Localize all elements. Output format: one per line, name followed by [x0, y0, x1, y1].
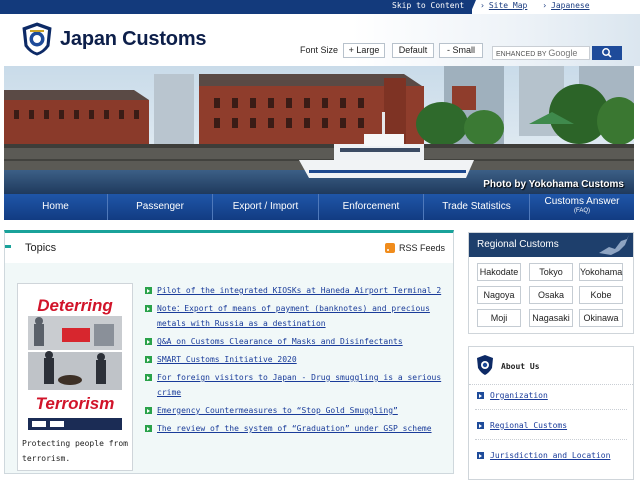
topics-title: Topics [25, 242, 57, 254]
promo-heading-bottom: Terrorism [35, 394, 115, 413]
arrow-bullet-icon [145, 407, 152, 414]
city-button-yokohama[interactable]: Yokohama [579, 263, 623, 281]
skip-to-content-link[interactable]: Skip to Content [392, 1, 464, 10]
divider [475, 409, 627, 410]
city-button-nagoya[interactable]: Nagoya [477, 286, 521, 304]
rss-feeds-link[interactable]: RSS Feeds [385, 243, 445, 253]
regional-customs-header: Regional Customs [469, 233, 633, 257]
skip-bar-corner [466, 0, 476, 14]
regional-customs-panel: Regional Customs Hakodate Tokyo Yokohama… [468, 232, 634, 334]
customs-emblem-icon [477, 355, 493, 375]
main-nav: Home Passenger Export / Import Enforceme… [4, 194, 634, 220]
site-title[interactable]: Japan Customs [60, 28, 207, 51]
japanese-link[interactable]: Japanese [551, 1, 590, 10]
topic-link[interactable]: For foreign visitors to Japan - Drug smu… [157, 373, 441, 397]
list-item: The review of the system of “Graduation”… [145, 421, 445, 436]
site-header: Japan Customs Font Size + Large Default … [0, 14, 640, 66]
about-link-regional-customs[interactable]: Regional Customs [477, 421, 567, 430]
topics-panel: Topics RSS Feeds Deterring Terrorism Pro… [4, 230, 454, 474]
about-link-label[interactable]: Regional Customs [490, 421, 567, 430]
promo-poster: Deterring Terrorism [22, 288, 128, 434]
city-button-okinawa[interactable]: Okinawa [579, 309, 623, 327]
nav-customs-answer[interactable]: Customs Answer (FAQ) [530, 194, 634, 220]
city-button-tokyo[interactable]: Tokyo [529, 263, 573, 281]
list-item: Q&A on Customs Clearance of Masks and Di… [145, 334, 445, 349]
city-button-hakodate[interactable]: Hakodate [477, 263, 521, 281]
promo-heading-top: Deterring [37, 296, 113, 315]
topic-link[interactable]: Pilot of the integrated KIOSKs at Haneda… [157, 286, 441, 295]
topic-link[interactable]: Note：Export of means of payment (banknot… [157, 304, 430, 328]
about-us-title: About Us [501, 362, 540, 371]
topic-link[interactable]: Q&A on Customs Clearance of Masks and Di… [157, 337, 403, 346]
google-label: Google [548, 48, 578, 58]
rss-icon [385, 243, 395, 253]
list-item: SMART Customs Initiative 2020 [145, 352, 445, 367]
city-button-nagasaki[interactable]: Nagasaki [529, 309, 573, 327]
regional-customs-title: Regional Customs [477, 239, 559, 250]
topic-link[interactable]: The review of the system of “Graduation”… [157, 424, 432, 433]
promo-caption: Protecting people from terrorism. [22, 439, 128, 463]
font-default-button[interactable]: Default [392, 43, 434, 58]
nav-customs-answer-label: Customs Answer [544, 196, 620, 207]
search-input[interactable]: ENHANCED BY Google [492, 46, 590, 60]
nav-home[interactable]: Home [4, 194, 108, 220]
arrow-bullet-icon [145, 305, 152, 312]
harbor-photo [4, 66, 634, 194]
topic-link[interactable]: Emergency Countermeasures to “Stop Gold … [157, 406, 398, 415]
arrow-bullet-icon [145, 374, 152, 381]
about-link-label[interactable]: Jurisdiction and Location [490, 451, 610, 460]
about-link-label[interactable]: Organization [490, 391, 548, 400]
nav-enforcement[interactable]: Enforcement [319, 194, 424, 220]
rss-feeds-label: RSS Feeds [399, 243, 446, 253]
list-item: For foreign visitors to Japan - Drug smu… [145, 370, 445, 400]
chevron-right-icon: › [542, 1, 548, 10]
about-us-header: About Us [469, 347, 633, 385]
city-button-moji[interactable]: Moji [477, 309, 521, 327]
list-item: Pilot of the integrated KIOSKs at Haneda… [145, 283, 445, 298]
chevron-right-icon: › [480, 1, 485, 10]
arrow-bullet-icon [145, 356, 152, 363]
list-item: Note：Export of means of payment (banknot… [145, 301, 445, 331]
font-large-button[interactable]: + Large [343, 43, 385, 58]
nav-passenger[interactable]: Passenger [108, 194, 213, 220]
arrow-bullet-icon [145, 287, 152, 294]
font-size-label: Font Size [300, 45, 339, 55]
city-button-osaka[interactable]: Osaka [529, 286, 573, 304]
search-enhanced-label: ENHANCED BY [496, 51, 547, 58]
utility-links: › Site Map › Japanese [480, 1, 590, 14]
skip-bar: Skip to Content [0, 0, 472, 14]
list-item: Emergency Countermeasures to “Stop Gold … [145, 403, 445, 418]
arrow-bullet-icon [477, 422, 484, 429]
arrow-bullet-icon [145, 338, 152, 345]
city-button-kobe[interactable]: Kobe [579, 286, 623, 304]
nav-trade-statistics[interactable]: Trade Statistics [424, 194, 530, 220]
arrow-bullet-icon [145, 425, 152, 432]
search-button[interactable] [592, 46, 622, 60]
about-us-panel: About Us Organization Regional Customs J… [468, 346, 634, 480]
nav-customs-answer-sub: (FAQ) [574, 208, 590, 214]
site-map-link[interactable]: Site Map [489, 1, 528, 10]
deterring-terrorism-banner[interactable]: Deterring Terrorism Protecting people fr… [17, 283, 133, 471]
topic-list: Pilot of the integrated KIOSKs at Haneda… [145, 283, 445, 439]
search-icon [602, 48, 612, 58]
topics-header: Topics RSS Feeds [5, 233, 453, 263]
topics-marker [5, 245, 11, 248]
about-link-jurisdiction[interactable]: Jurisdiction and Location [477, 451, 610, 460]
divider [475, 439, 627, 440]
arrow-bullet-icon [477, 392, 484, 399]
font-small-button[interactable]: - Small [439, 43, 483, 58]
customs-emblem-logo[interactable] [22, 22, 52, 56]
hero-photo: Photo by Yokohama Customs [4, 66, 634, 194]
photo-credit: Photo by Yokohama Customs [483, 179, 624, 190]
nav-export-import[interactable]: Export / Import [213, 194, 319, 220]
arrow-bullet-icon [477, 452, 484, 459]
about-link-organization[interactable]: Organization [477, 391, 548, 400]
topic-link[interactable]: SMART Customs Initiative 2020 [157, 355, 297, 364]
